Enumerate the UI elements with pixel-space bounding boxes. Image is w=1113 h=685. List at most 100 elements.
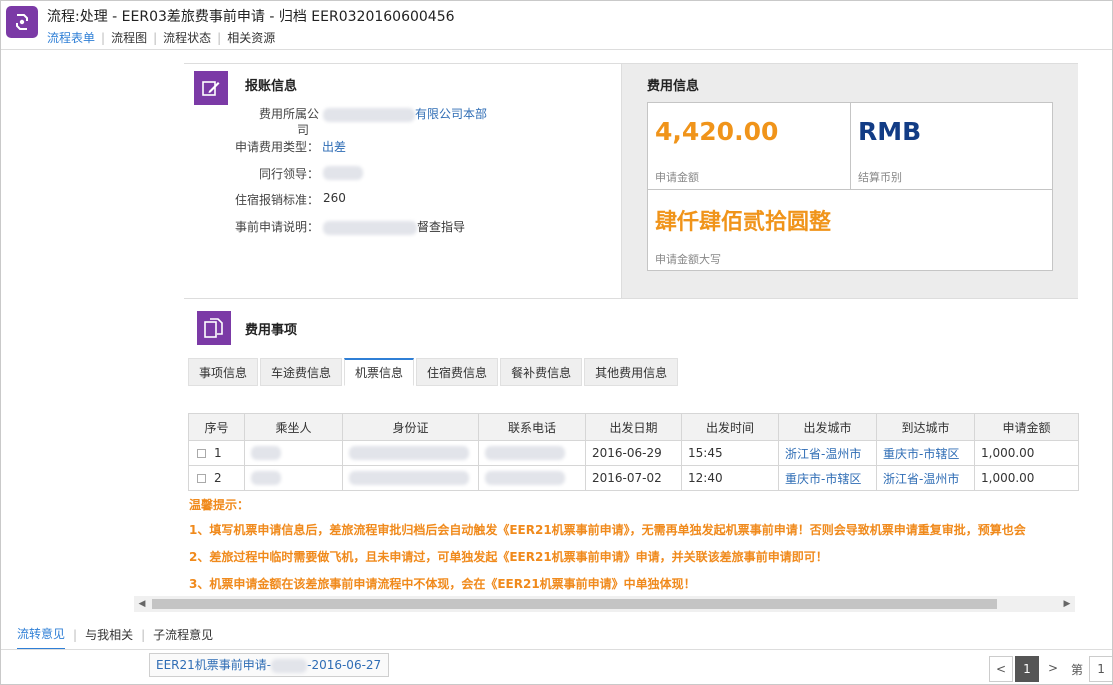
pagination: < 1 > 第 1 xyxy=(989,656,1112,682)
tab-separator: | xyxy=(153,30,158,45)
edit-icon xyxy=(194,71,228,105)
tab-resources[interactable]: 相关资源 xyxy=(227,29,275,46)
redacted-text xyxy=(323,107,415,122)
scroll-right-icon[interactable]: ▶ xyxy=(1059,596,1075,612)
tip-1: 1、填写机票申请信息后，差旅流程审批归档后会自动触发《EER21机票事前申请》，… xyxy=(189,523,1026,537)
fee-summary-box: 4,420.00 申请金额 RMB 结算币别 肆仟肆佰贰拾圆整 申请金额大写 xyxy=(647,102,1053,271)
row-checkbox[interactable] xyxy=(197,449,206,458)
column-header: 出发时间 xyxy=(681,413,779,441)
currency-label: 结算币别 xyxy=(858,171,902,184)
related-process-item[interactable]: EER21机票事前申请- -2016-06-27 xyxy=(149,653,389,677)
arrival-city-cell[interactable]: 浙江省-温州市 xyxy=(876,465,975,491)
tab-meal-fee[interactable]: 餐补费信息 xyxy=(500,358,583,386)
fee-type-label: 申请费用类型： xyxy=(234,140,319,154)
air-ticket-table: 序号 乘坐人 身份证 联系电话 出发日期 出发时间 出发城市 到达城市 申请金额… xyxy=(188,413,1079,491)
page-number-current[interactable]: 1 xyxy=(1015,656,1039,682)
next-page-button[interactable]: > xyxy=(1041,656,1065,682)
currency-value: RMB xyxy=(858,117,922,146)
top-tabs: 流程表单 | 流程图 | 流程状态 | 相关资源 xyxy=(47,29,275,46)
column-header: 申请金额 xyxy=(974,413,1079,441)
apply-amount-uppercase-label: 申请金额大写 xyxy=(655,253,721,266)
tab-related-to-me[interactable]: 与我相关 xyxy=(85,626,133,649)
departure-date-cell: 2016-06-29 xyxy=(585,440,682,466)
passenger-cell xyxy=(244,440,343,466)
departure-date-cell: 2016-07-02 xyxy=(585,465,682,491)
company-label: 费用所属公 xyxy=(258,107,319,121)
phone-cell xyxy=(478,465,586,491)
row-number-cell: 2 xyxy=(188,465,245,491)
fee-items-divider xyxy=(184,298,1078,299)
redacted-text xyxy=(271,658,308,673)
fee-cell-divider xyxy=(850,103,851,189)
company-label-wrap: 司 xyxy=(296,123,309,137)
tab-travel-fee[interactable]: 车途费信息 xyxy=(260,358,343,386)
tab-item-info[interactable]: 事项信息 xyxy=(188,358,259,386)
redacted-text xyxy=(323,165,363,180)
description-value: 督查指导 xyxy=(323,218,465,235)
tab-separator: | xyxy=(141,627,146,642)
horizontal-scrollbar[interactable]: ◀ ▶ xyxy=(134,596,1075,612)
departure-city-cell[interactable]: 重庆市-市辖区 xyxy=(778,465,877,491)
apply-amount-uppercase: 肆仟肆佰贰拾圆整 xyxy=(655,210,832,235)
prev-page-button[interactable]: < xyxy=(989,656,1013,682)
redacted-text xyxy=(323,220,417,235)
leader-value xyxy=(323,165,363,180)
tab-air-ticket[interactable]: 机票信息 xyxy=(344,358,415,386)
fee-info-title: 费用信息 xyxy=(647,79,700,94)
table-header-row: 序号 乘坐人 身份证 联系电话 出发日期 出发时间 出发城市 到达城市 申请金额 xyxy=(188,413,1079,441)
tab-separator: | xyxy=(217,30,222,45)
tab-flowchart[interactable]: 流程图 xyxy=(111,29,147,46)
tab-separator: | xyxy=(73,627,78,642)
tab-other-fee[interactable]: 其他费用信息 xyxy=(584,358,679,386)
arrival-city-cell[interactable]: 重庆市-市辖区 xyxy=(876,440,975,466)
apply-amount-label: 申请金额 xyxy=(655,171,699,184)
departure-city-cell[interactable]: 浙江省-温州市 xyxy=(778,440,877,466)
fee-type-value: 出差 xyxy=(322,140,347,154)
description-label: 事前申请说明： xyxy=(234,220,319,234)
scrollbar-thumb[interactable] xyxy=(152,599,997,609)
table-row: 1 2016-06-29 15:45 浙江省-温州市 重庆市-市辖区 1,000… xyxy=(188,440,1079,466)
amount-cell: 1,000.00 xyxy=(974,440,1079,466)
column-header: 乘坐人 xyxy=(244,413,343,441)
standard-label: 住宿报销标准： xyxy=(234,193,319,207)
table-row: 2 2016-07-02 12:40 重庆市-市辖区 浙江省-温州市 1,000… xyxy=(188,465,1079,491)
redacted-text xyxy=(349,471,469,486)
id-card-cell xyxy=(342,440,479,466)
redacted-text xyxy=(251,471,281,486)
apply-amount: 4,420.00 xyxy=(655,117,779,146)
documents-icon xyxy=(197,311,231,345)
bottom-divider xyxy=(1,649,1112,650)
amount-cell: 1,000.00 xyxy=(974,465,1079,491)
app-window: 流程:处理 - EER03差旅费事前申请 - 归档 EER03201606004… xyxy=(0,0,1113,685)
column-header: 身份证 xyxy=(342,413,479,441)
phone-cell xyxy=(478,440,586,466)
column-header: 联系电话 xyxy=(478,413,586,441)
redacted-text xyxy=(485,446,565,461)
tip-3: 3、机票申请金额在该差旅事前申请流程中不体现，会在《EER21机票事前申请》中单… xyxy=(189,577,696,591)
column-header: 出发城市 xyxy=(778,413,877,441)
workflow-app-icon xyxy=(6,6,38,38)
scroll-left-icon[interactable]: ◀ xyxy=(134,596,150,612)
report-info-title: 报账信息 xyxy=(245,79,298,94)
standard-value: 260 xyxy=(323,191,346,205)
company-value: 有限公司本部 xyxy=(323,105,487,122)
column-header: 序号 xyxy=(188,413,245,441)
redacted-text xyxy=(251,446,281,461)
tab-hotel-fee[interactable]: 住宿费信息 xyxy=(416,358,499,386)
tab-flow-comments[interactable]: 流转意见 xyxy=(17,625,66,650)
id-card-cell xyxy=(342,465,479,491)
page-title: 流程:处理 - EER03差旅费事前申请 - 归档 EER03201606004… xyxy=(47,9,455,25)
tab-separator: | xyxy=(101,30,106,45)
tips-title: 温馨提示： xyxy=(189,498,250,512)
page-jump-input[interactable]: 1 xyxy=(1089,656,1112,682)
bottom-tabs: 流转意见 | 与我相关 | 子流程意见 xyxy=(17,625,213,650)
fee-items-title: 费用事项 xyxy=(245,323,298,338)
row-number-cell: 1 xyxy=(188,440,245,466)
tab-flow-status[interactable]: 流程状态 xyxy=(163,29,211,46)
tab-form[interactable]: 流程表单 xyxy=(47,29,95,46)
departure-time-cell: 12:40 xyxy=(681,465,779,491)
redacted-text xyxy=(349,446,469,461)
page-label: 第 xyxy=(1071,662,1084,677)
tab-subprocess-comments[interactable]: 子流程意见 xyxy=(153,626,213,649)
row-checkbox[interactable] xyxy=(197,474,206,483)
